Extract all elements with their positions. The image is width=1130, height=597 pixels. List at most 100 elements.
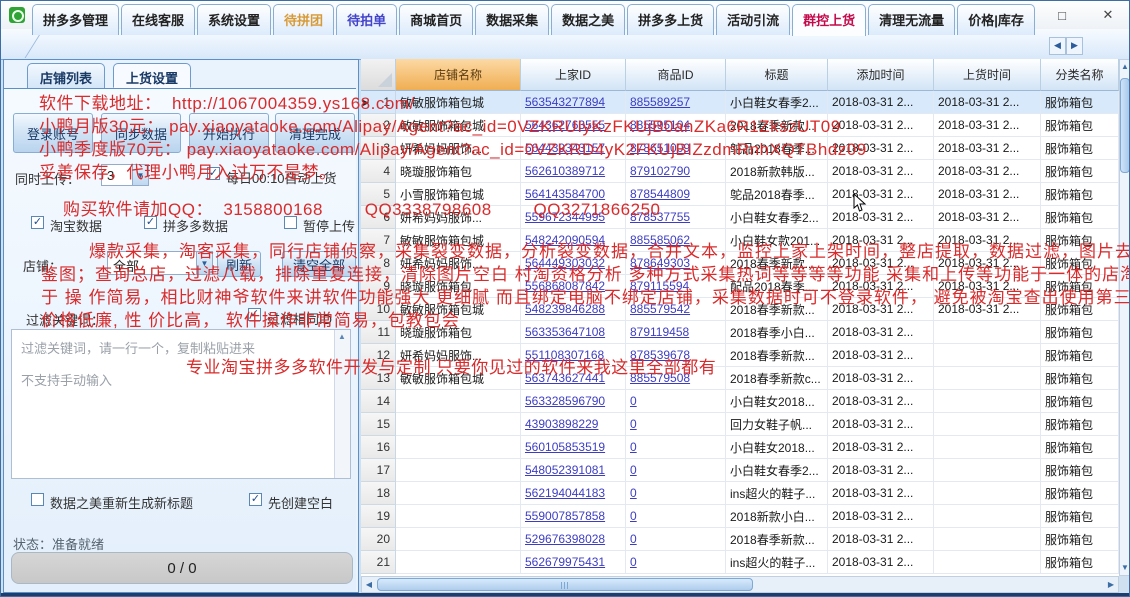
item_id-link[interactable]: 878649303 bbox=[630, 256, 690, 270]
main-tab-5[interactable]: 商城首页 bbox=[399, 4, 473, 35]
seller_id-link[interactable]: 564439343157 bbox=[525, 141, 605, 155]
table-row[interactable]: ▶1敏敏服饰箱包城563543277894885589257小白鞋女春季2...… bbox=[361, 91, 1119, 114]
column-header-shop[interactable]: 店铺名称 bbox=[396, 59, 521, 91]
item_id-link[interactable]: 0 bbox=[630, 463, 637, 477]
main-tab-2[interactable]: 系统设置 bbox=[197, 4, 271, 35]
table-row[interactable]: 15439038982290回力女鞋子帆...2018-03-31 2...服饰… bbox=[361, 413, 1119, 436]
scroll-up-icon[interactable]: ▲ bbox=[1120, 60, 1130, 74]
item_id-link[interactable]: 0 bbox=[630, 509, 637, 523]
item_id-link[interactable]: 879119458 bbox=[630, 325, 689, 339]
pause-upload-checkbox[interactable] bbox=[284, 216, 297, 229]
taobao-data-checkbox[interactable]: ✓ bbox=[31, 216, 44, 229]
item_id-link[interactable]: 0 bbox=[630, 440, 637, 454]
item_id-link[interactable]: 0 bbox=[630, 417, 637, 431]
main-tab-1[interactable]: 在线客服 bbox=[121, 4, 195, 35]
seller_id-link[interactable]: 551108307168 bbox=[525, 348, 604, 362]
main-tab-10[interactable]: 群控上货 bbox=[792, 4, 866, 36]
main-tab-11[interactable]: 清理无流量 bbox=[868, 4, 955, 35]
item_id-link[interactable]: 879115594 bbox=[630, 279, 689, 293]
item_id-link[interactable]: 878544809 bbox=[630, 187, 690, 201]
scroll-left-icon[interactable]: ◀ bbox=[362, 577, 376, 592]
seller_id-link[interactable]: 563328596790 bbox=[525, 394, 605, 408]
item_id-link[interactable]: 885595104 bbox=[630, 118, 690, 132]
table-row[interactable]: 5小雪服饰箱包城564143584700878544809鸵品2018春季...… bbox=[361, 183, 1119, 206]
item_id-link[interactable]: 885579542 bbox=[630, 302, 690, 316]
seller_id-link[interactable]: 529676398028 bbox=[525, 532, 605, 546]
item_id-link[interactable]: 878537755 bbox=[630, 210, 690, 224]
table-row[interactable]: 145633285967900小白鞋女2018...2018-03-31 2..… bbox=[361, 390, 1119, 413]
item_id-link[interactable]: 0 bbox=[630, 555, 637, 569]
textarea-scrollbar[interactable]: ▲ bbox=[334, 330, 350, 478]
item_id-link[interactable]: 879102790 bbox=[630, 164, 690, 178]
main-tab-7[interactable]: 数据之美 bbox=[551, 4, 625, 35]
item_id-link[interactable]: 885579508 bbox=[630, 371, 690, 385]
seller_id-link[interactable]: 563543277894 bbox=[525, 95, 605, 109]
main-tab-12[interactable]: 价格|库存 bbox=[957, 4, 1035, 35]
seller_id-link[interactable]: 548052391081 bbox=[525, 463, 605, 477]
seller_id-link[interactable]: 562194044183 bbox=[525, 486, 605, 500]
item_id-link[interactable]: 885589257 bbox=[630, 95, 690, 109]
table-row[interactable]: 13敏敏服饰箱包城5637436274418855795082018春季新款c.… bbox=[361, 367, 1119, 390]
column-header-category[interactable]: 分类名称 bbox=[1041, 59, 1119, 91]
scroll-right-icon[interactable]: ▶ bbox=[1104, 577, 1118, 592]
table-row[interactable]: 185621940441830ins超火的鞋子...2018-03-31 2..… bbox=[361, 482, 1119, 505]
scroll-down-icon[interactable]: ▼ bbox=[1120, 561, 1130, 575]
refresh-button[interactable]: 刷新 bbox=[217, 251, 261, 277]
seller_id-link[interactable]: 43903898229 bbox=[525, 417, 598, 431]
sync-data-button[interactable]: 同步数据 bbox=[101, 113, 181, 153]
horizontal-scrollbar[interactable]: ◀ ▶ bbox=[361, 576, 1119, 593]
vertical-scroll-thumb[interactable] bbox=[1120, 78, 1130, 173]
column-header-item-id[interactable]: 商品ID bbox=[626, 59, 726, 91]
seller_id-link[interactable]: 564143584700 bbox=[525, 187, 605, 201]
table-row[interactable]: 8妍希妈妈服饰...5644493030328786493032018春季新款.… bbox=[361, 252, 1119, 275]
scroll-up-icon[interactable]: ▲ bbox=[336, 331, 348, 343]
chevron-down-icon[interactable]: ▼ bbox=[132, 165, 148, 185]
tab-scroll-left-icon[interactable]: ◀ bbox=[1049, 37, 1066, 55]
item_id-link[interactable]: 878539678 bbox=[630, 348, 690, 362]
column-header-added-time[interactable]: 添加时间 bbox=[828, 59, 934, 91]
seller_id-link[interactable]: 563353647108 bbox=[525, 325, 605, 339]
maximize-button[interactable]: □ bbox=[1039, 1, 1085, 29]
seller_id-link[interactable]: 548239846288 bbox=[525, 302, 605, 316]
table-row[interactable]: 215626799754310ins超火的鞋子...2018-03-31 2..… bbox=[361, 551, 1119, 574]
tab-upload-settings[interactable]: 上货设置 bbox=[113, 63, 191, 88]
seller_id-link[interactable]: 559007857858 bbox=[525, 509, 605, 523]
table-row[interactable]: 3妍希妈妈服饰...564439343157878651009鸵品2018春季.… bbox=[361, 137, 1119, 160]
seller_id-link[interactable]: 556868087842 bbox=[525, 279, 605, 293]
seller_id-link[interactable]: 564362763555 bbox=[525, 118, 605, 132]
table-row[interactable]: 7敏敏服饰箱包城548242090594885585062小白鞋女款201...… bbox=[361, 229, 1119, 252]
table-row[interactable]: 1955900785785802018新款小白...2018-03-31 2..… bbox=[361, 505, 1119, 528]
cleanup-done-button[interactable]: 清理完成 bbox=[275, 113, 355, 153]
table-row[interactable]: 4晓璇服饰箱包5626103897128791027902018新款韩版...2… bbox=[361, 160, 1119, 183]
concurrent-upload-select[interactable]: 3 ▼ bbox=[101, 164, 149, 186]
tab-shop-list[interactable]: 店铺列表 bbox=[27, 63, 105, 88]
table-row[interactable]: 175480523910810小白鞋女春季2...2018-03-31 2...… bbox=[361, 459, 1119, 482]
main-tab-3[interactable]: 待拼团 bbox=[273, 4, 334, 35]
item_id-link[interactable]: 0 bbox=[630, 532, 637, 546]
item_id-link[interactable]: 0 bbox=[630, 486, 637, 500]
regenerate-title-checkbox[interactable] bbox=[31, 493, 44, 506]
table-row[interactable]: 12妍希妈妈服饰...5511083071688785396782018春季新款… bbox=[361, 344, 1119, 367]
tab-scroll-right-icon[interactable]: ▶ bbox=[1066, 37, 1083, 55]
shop-select[interactable]: 全部 ▼ bbox=[107, 251, 213, 275]
item_id-link[interactable]: 885585062 bbox=[630, 233, 690, 247]
item_id-link[interactable]: 878651009 bbox=[630, 141, 690, 155]
table-row[interactable]: 9晓璇服饰箱包556868087842879115594配品2018春季...2… bbox=[361, 275, 1119, 298]
main-tab-8[interactable]: 拼多多上货 bbox=[627, 4, 714, 35]
chevron-down-icon[interactable]: ▼ bbox=[196, 252, 212, 274]
table-row[interactable]: 6妍希妈妈服饰...559672344995878537755小白鞋女春季2..… bbox=[361, 206, 1119, 229]
main-tab-9[interactable]: 活动引流 bbox=[716, 4, 790, 35]
seller_id-link[interactable]: 559672344995 bbox=[525, 210, 605, 224]
column-header-seller-id[interactable]: 上家ID bbox=[521, 59, 626, 91]
table-row[interactable]: 2052967639802802018春季新款...2018-03-31 2..… bbox=[361, 528, 1119, 551]
create-blank-checkbox[interactable]: ✓ bbox=[249, 493, 262, 506]
seller_id-link[interactable]: 560105853519 bbox=[525, 440, 605, 454]
login-account-button[interactable]: 登录账号 bbox=[13, 113, 93, 153]
seller_id-link[interactable]: 563743627441 bbox=[525, 371, 605, 385]
clear-all-button[interactable]: 清空全部 bbox=[282, 251, 356, 277]
table-row[interactable]: 10敏敏服饰箱包城5482398462888855795422018春季新款..… bbox=[361, 298, 1119, 321]
column-header-title[interactable]: 标题 bbox=[726, 59, 828, 91]
table-row[interactable]: 2敏敏服饰箱包城5643627635558855951042018春季新款...… bbox=[361, 114, 1119, 137]
seller_id-link[interactable]: 562679975431 bbox=[525, 555, 605, 569]
item_id-link[interactable]: 0 bbox=[630, 394, 637, 408]
